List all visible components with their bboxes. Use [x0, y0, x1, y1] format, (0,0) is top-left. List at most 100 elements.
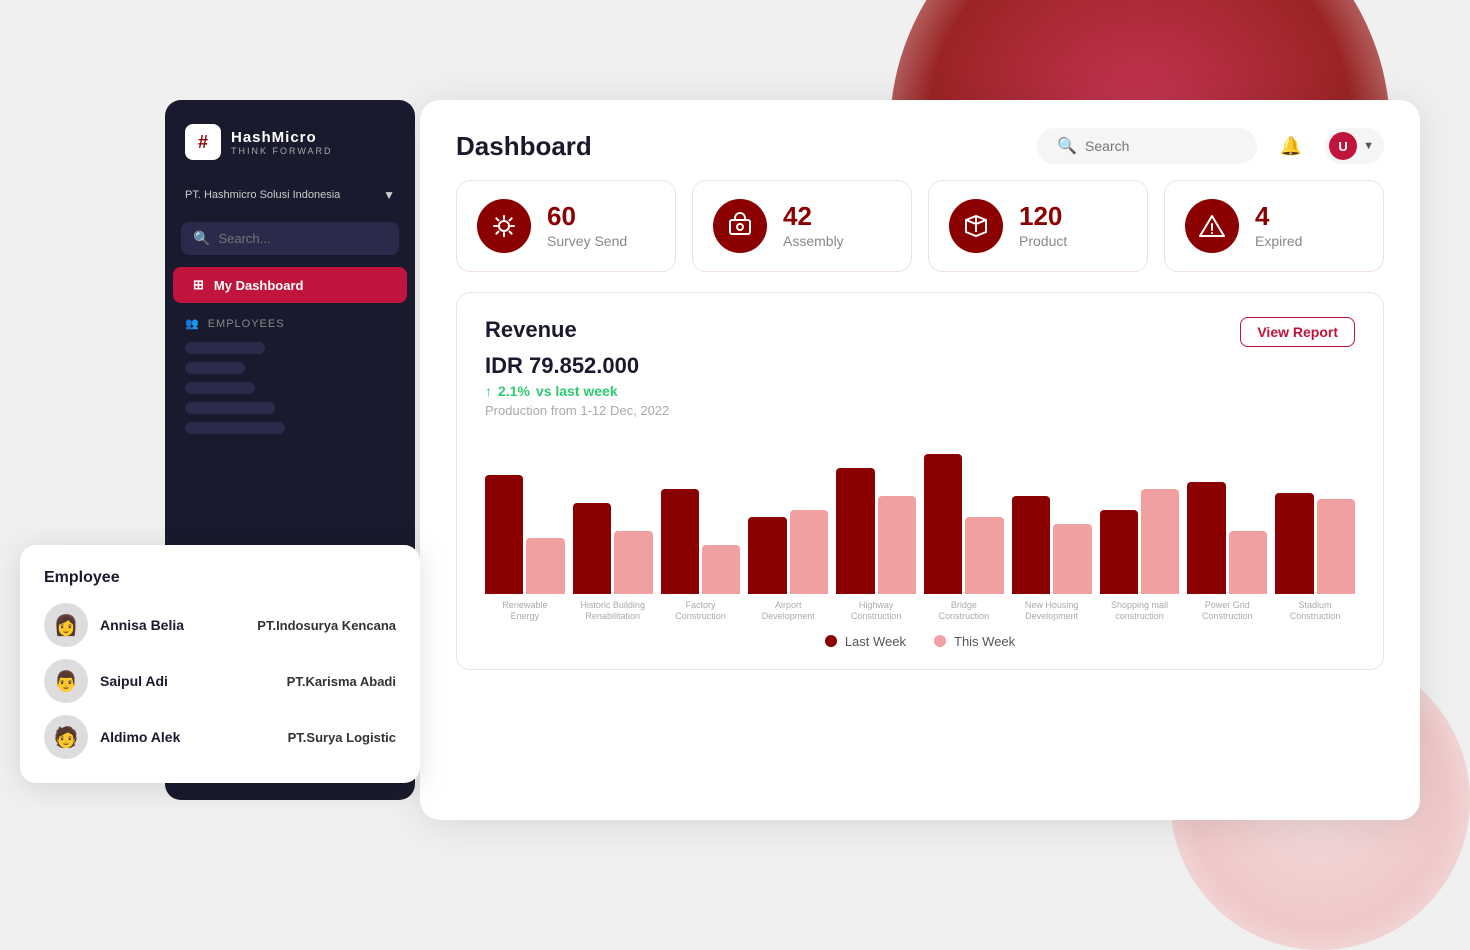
chart-group-5 [924, 454, 1004, 594]
assembly-icon [726, 212, 754, 240]
sidebar-search-input[interactable] [218, 231, 387, 246]
stat-label-expired: Expired [1255, 233, 1302, 249]
chart-group-3 [748, 510, 828, 594]
employee-panel: Employee 👩 Annisa Belia PT.Indosurya Ken… [20, 545, 420, 783]
employee-name-3: Aldimo Alek [100, 729, 276, 745]
growth-label: vs last week [536, 383, 618, 399]
bar-last-week-2 [661, 489, 699, 594]
revenue-period: Production from 1-12 Dec, 2022 [485, 403, 1355, 418]
bar-this-week-3 [790, 510, 828, 594]
chart-label-1: Historic Building Renabilitation [573, 600, 653, 622]
stat-icon-survey [477, 199, 531, 253]
chart-legend: Last Week This Week [485, 634, 1355, 653]
bar-last-week-4 [836, 468, 874, 594]
chart-group-6 [1012, 496, 1092, 594]
stats-row: 60 Survey Send 42 Assembly [420, 180, 1420, 292]
sidebar-skeleton-5 [185, 422, 285, 434]
revenue-section: Revenue View Report IDR 79.852.000 ↑ 2.1… [456, 292, 1384, 670]
chart-group-8 [1187, 482, 1267, 594]
chart-label-8: Power Grid Construction [1187, 600, 1267, 622]
chart-group-1 [573, 503, 653, 594]
employee-panel-title: Employee [44, 569, 396, 587]
avatar-aldimo: 🧑 [44, 715, 88, 759]
bar-this-week-7 [1141, 489, 1179, 594]
employee-name-1: Annisa Belia [100, 617, 245, 633]
legend-label-this-week: This Week [954, 634, 1015, 649]
growth-percent: 2.1% [498, 383, 530, 399]
notification-bell-icon[interactable]: 🔔 [1273, 128, 1309, 164]
chart-label-0: Renewable Energy [485, 600, 565, 622]
sidebar-skeleton-2 [185, 362, 245, 374]
main-search-input[interactable] [1085, 138, 1237, 154]
bar-last-week-8 [1187, 482, 1225, 594]
bar-last-week-7 [1100, 510, 1138, 594]
bar-this-week-9 [1317, 499, 1355, 594]
avatar-saipul: 👨 [44, 659, 88, 703]
legend-last-week: Last Week [825, 634, 906, 649]
stat-number-expired: 4 [1255, 203, 1302, 229]
revenue-amount: IDR 79.852.000 [485, 353, 1355, 379]
bar-this-week-4 [878, 496, 916, 594]
chart-label-5: Bridge Construction [924, 600, 1004, 622]
chart-wrapper: Renewable Energy Historic Building Renabi… [485, 434, 1355, 622]
gear-icon [490, 212, 518, 240]
stat-info-expired: 4 Expired [1255, 203, 1302, 249]
arrow-up-icon: ↑ [485, 383, 492, 399]
sidebar-item-label: My Dashboard [214, 278, 304, 293]
company-selector[interactable]: PT. Hashmicro Solusi Indonesia ▼ [165, 180, 415, 210]
user-chevron-icon: ▼ [1363, 140, 1374, 152]
chart-group-4 [836, 468, 916, 594]
chart-label-9: Stadium Construction [1275, 600, 1355, 622]
chart-group-0 [485, 475, 565, 594]
revenue-title: Revenue [485, 317, 577, 343]
legend-dot-last-week [825, 635, 837, 647]
stat-label-assembly: Assembly [783, 233, 844, 249]
legend-this-week: This Week [934, 634, 1015, 649]
company-name: PT. Hashmicro Solusi Indonesia [185, 189, 340, 201]
bar-last-week-1 [573, 503, 611, 594]
chart-label-7: Shopping mall construction [1100, 600, 1180, 622]
sidebar-item-dashboard[interactable]: ⊞ My Dashboard [173, 267, 407, 303]
stat-label-survey: Survey Send [547, 233, 627, 249]
stat-card-assembly: 42 Assembly [692, 180, 912, 272]
user-avatar-button[interactable]: U ▼ [1325, 128, 1384, 164]
logo-sub-text: THINK FORWARD [231, 146, 333, 156]
employee-item-3: 🧑 Aldimo Alek PT.Surya Logistic [44, 715, 396, 759]
main-search-bar[interactable]: 🔍 [1037, 128, 1257, 164]
stat-number-survey: 60 [547, 203, 627, 229]
stat-number-assembly: 42 [783, 203, 844, 229]
legend-label-last-week: Last Week [845, 634, 906, 649]
sidebar-search-box[interactable]: 🔍 [181, 222, 399, 255]
bar-last-week-6 [1012, 496, 1050, 594]
revenue-growth: ↑ 2.1% vs last week [485, 383, 1355, 399]
bar-last-week-9 [1275, 493, 1313, 594]
sidebar-search-icon: 🔍 [193, 230, 210, 247]
logo-icon: # [185, 124, 221, 160]
view-report-button[interactable]: View Report [1240, 317, 1355, 347]
sidebar-section-label: EMPLOYEES [208, 318, 285, 330]
logo-main-text: HashMicro [231, 129, 333, 146]
chart-label-4: Highway Construction [836, 600, 916, 622]
revenue-header: Revenue View Report [485, 317, 1355, 347]
stat-label-product: Product [1019, 233, 1067, 249]
stat-card-expired: 4 Expired [1164, 180, 1384, 272]
sidebar-skeleton-3 [185, 382, 255, 394]
employee-company-3: PT.Surya Logistic [288, 730, 396, 745]
sidebar-skeleton-1 [185, 342, 265, 354]
stat-info-assembly: 42 Assembly [783, 203, 844, 249]
employee-company-1: PT.Indosurya Kencana [257, 618, 396, 633]
stat-icon-assembly [713, 199, 767, 253]
chart-labels: Renewable Energy Historic Building Renabi… [485, 600, 1355, 622]
warning-icon [1198, 212, 1226, 240]
topbar-right: 🔍 🔔 U ▼ [1037, 128, 1384, 164]
bar-this-week-5 [965, 517, 1003, 594]
sidebar-skeleton-4 [185, 402, 275, 414]
stat-number-product: 120 [1019, 203, 1067, 229]
stat-card-survey: 60 Survey Send [456, 180, 676, 272]
employee-item-1: 👩 Annisa Belia PT.Indosurya Kencana [44, 603, 396, 647]
chevron-down-icon: ▼ [383, 188, 395, 202]
stat-icon-expired [1185, 199, 1239, 253]
bar-this-week-8 [1229, 531, 1267, 594]
legend-dot-this-week [934, 635, 946, 647]
bar-this-week-6 [1053, 524, 1091, 594]
